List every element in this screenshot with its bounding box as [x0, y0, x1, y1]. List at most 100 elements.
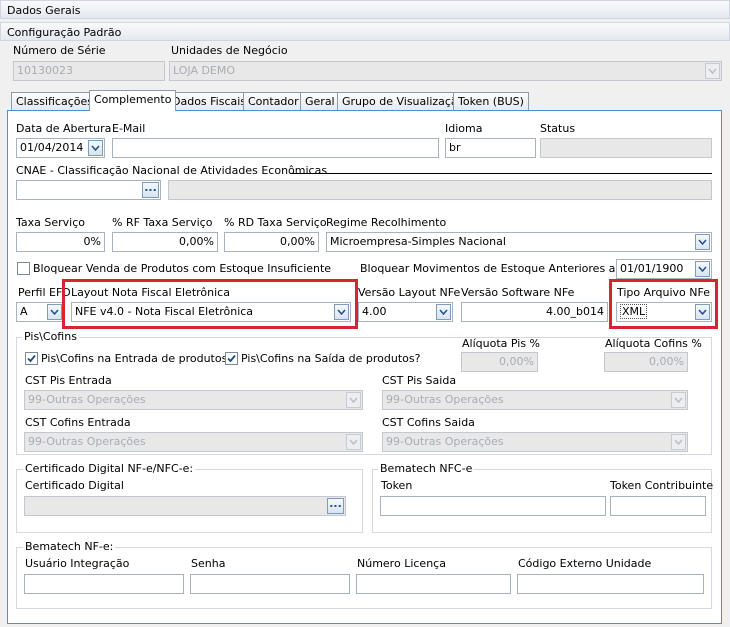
certificado-label: Certificado Digital [25, 479, 124, 492]
cst-pis-saida-select: 99-Outras Operações [382, 390, 688, 410]
rd-taxa-label: % RD Taxa Serviço [224, 216, 327, 229]
status-label: Status [540, 122, 576, 135]
bloquear-venda-checkbox[interactable] [17, 262, 30, 275]
cnae-divider [290, 173, 712, 174]
aliquota-pis-field: 0,00% [461, 352, 538, 372]
chevron-down-icon [705, 63, 720, 79]
pis-cofins-title: Pis\Cofins [22, 330, 79, 344]
usuario-integracao-label: Usuário Integração [25, 557, 130, 570]
ellipsis-button[interactable]: ... [327, 498, 344, 514]
bloquear-venda-label: Bloquear Venda de Produtos com Estoque I… [33, 262, 332, 275]
cst-pis-saida-label: CST Pis Saida [382, 374, 457, 387]
email-field[interactable] [112, 138, 439, 158]
usuario-integracao-field[interactable] [24, 574, 184, 594]
token-label: Token [381, 479, 413, 492]
cnae-code-field[interactable]: ... [16, 180, 161, 200]
senha-field[interactable] [190, 574, 350, 594]
bloquear-mov-value: 01/01/1900 [620, 262, 684, 275]
rf-taxa-label: % RF Taxa Serviço [112, 216, 213, 229]
chevron-down-icon [346, 392, 361, 408]
idioma-label: Idioma [445, 122, 483, 135]
data-abertura-value: 01/04/2014 [20, 141, 84, 154]
cst-cofins-saida-label: CST Cofins Saida [382, 416, 475, 429]
regime-select[interactable]: Microempresa-Simples Nacional [326, 232, 712, 252]
bematech-nfe-title: Bematech NF-e: [23, 540, 116, 554]
unidades-negocio-select: LOJA DEMO [169, 61, 722, 81]
bloquear-mov-label: Bloquear Movimentos de Estoque Anteriore… [360, 262, 648, 275]
versao-software-label: Versão Software NFe [461, 286, 575, 299]
certificado-title: Certificado Digital NF-e/NFC-e: [23, 462, 196, 476]
tab-classificacoes[interactable]: Classificações [11, 92, 98, 110]
chevron-down-icon[interactable] [47, 304, 62, 320]
versao-layout-select[interactable]: 4.00 [358, 302, 453, 322]
aliquota-cofins-field: 0,00% [604, 352, 688, 372]
regime-label: Regime Recolhimento [326, 216, 447, 229]
pis-entrada-checkbox[interactable] [25, 352, 38, 365]
perfil-efd-value: A [20, 305, 28, 318]
tab-grupo-visualizacao[interactable]: Grupo de Visualização [337, 92, 470, 110]
tab-dados-fiscais[interactable]: Dados Fiscais [167, 92, 252, 110]
chevron-down-icon[interactable] [695, 261, 710, 277]
numero-serie-field: 10130023 [13, 61, 165, 81]
cst-pis-entrada-label: CST Pis Entrada [25, 374, 112, 387]
tab-token-bus[interactable]: Token (BUS) [453, 92, 529, 110]
cst-cofins-entrada-label: CST Cofins Entrada [25, 416, 131, 429]
codigo-externo-field[interactable] [517, 574, 704, 594]
tab-complemento[interactable]: Complemento [89, 90, 177, 111]
checkmark-icon [227, 354, 236, 363]
token-field[interactable] [380, 496, 606, 516]
data-abertura-label: Data de Abertura [16, 122, 112, 135]
tab-contador[interactable]: Contador [243, 92, 304, 110]
token-contribuinte-label: Token Contribuinte [610, 479, 714, 492]
taxa-servico-label: Taxa Serviço [16, 216, 86, 229]
status-field [540, 138, 712, 158]
versao-layout-value: 4.00 [362, 305, 387, 318]
unidades-negocio-label: Unidades de Negócio [171, 44, 288, 57]
numero-serie-label: Número de Série [13, 44, 106, 57]
rd-taxa-field[interactable]: 0,00% [224, 232, 319, 252]
data-abertura-field[interactable]: 01/04/2014 [16, 138, 105, 158]
cst-pis-entrada-select: 99-Outras Operações [24, 390, 363, 410]
cst-cofins-entrada-value: 99-Outras Operações [28, 435, 146, 448]
cst-cofins-saida-select: 99-Outras Operações [382, 432, 688, 452]
senha-label: Senha [191, 557, 226, 570]
pis-saida-label: Pis\Cofins na Saída de produtos? [241, 352, 421, 365]
perfil-efd-select[interactable]: A [16, 302, 64, 322]
pis-entrada-label: Pis\Cofins na Entrada de produtos? [41, 352, 234, 365]
chevron-down-icon [671, 392, 686, 408]
bematech-nfce-title: Bematech NFC-e [378, 462, 475, 476]
pis-saida-checkbox[interactable] [225, 352, 238, 365]
layout-nf-label: Layout Nota Fiscal Eletrônica [71, 286, 230, 300]
email-label: E-Mail [112, 122, 146, 135]
checkmark-icon [27, 354, 36, 363]
layout-nf-select[interactable]: NFE v4.0 - Nota Fiscal Eletrônica [71, 302, 351, 322]
ellipsis-button[interactable]: ... [142, 182, 159, 198]
chevron-down-icon[interactable] [695, 234, 710, 250]
chevron-down-icon [671, 434, 686, 450]
bloquear-mov-date-field[interactable]: 01/01/1900 [616, 259, 712, 279]
numero-licenca-label: Número Licença [357, 557, 446, 570]
token-contribuinte-field[interactable] [610, 496, 706, 516]
versao-software-field[interactable]: 4.00_b014 [461, 302, 608, 322]
numero-licenca-field[interactable] [356, 574, 511, 594]
tipo-arquivo-highlight-box [609, 279, 718, 329]
window-title: Dados Gerais [0, 0, 730, 19]
unidades-negocio-value: LOJA DEMO [173, 64, 236, 77]
aliquota-cofins-label: Alíquota Cofins % [605, 337, 702, 350]
cnae-label: CNAE - Classificação Nacional de Ativida… [16, 164, 328, 177]
versao-layout-label: Versão Layout NFe [358, 286, 461, 299]
tab-geral[interactable]: Geral [300, 92, 340, 110]
chevron-down-icon[interactable] [334, 304, 349, 320]
cnae-description-field [168, 180, 712, 200]
idioma-field[interactable]: br [445, 138, 536, 158]
cst-pis-saida-value: 99-Outras Operações [386, 393, 504, 406]
layout-nf-value: NFE v4.0 - Nota Fiscal Eletrônica [75, 305, 254, 318]
chevron-down-icon[interactable] [88, 140, 103, 156]
taxa-servico-field[interactable]: 0% [16, 232, 105, 252]
rf-taxa-field[interactable]: 0,00% [112, 232, 218, 252]
config-section-title: Configuração Padrão [0, 22, 730, 41]
cst-cofins-entrada-select: 99-Outras Operações [24, 432, 363, 452]
chevron-down-icon[interactable] [436, 304, 451, 320]
cst-pis-entrada-value: 99-Outras Operações [28, 393, 146, 406]
cst-cofins-saida-value: 99-Outras Operações [386, 435, 504, 448]
